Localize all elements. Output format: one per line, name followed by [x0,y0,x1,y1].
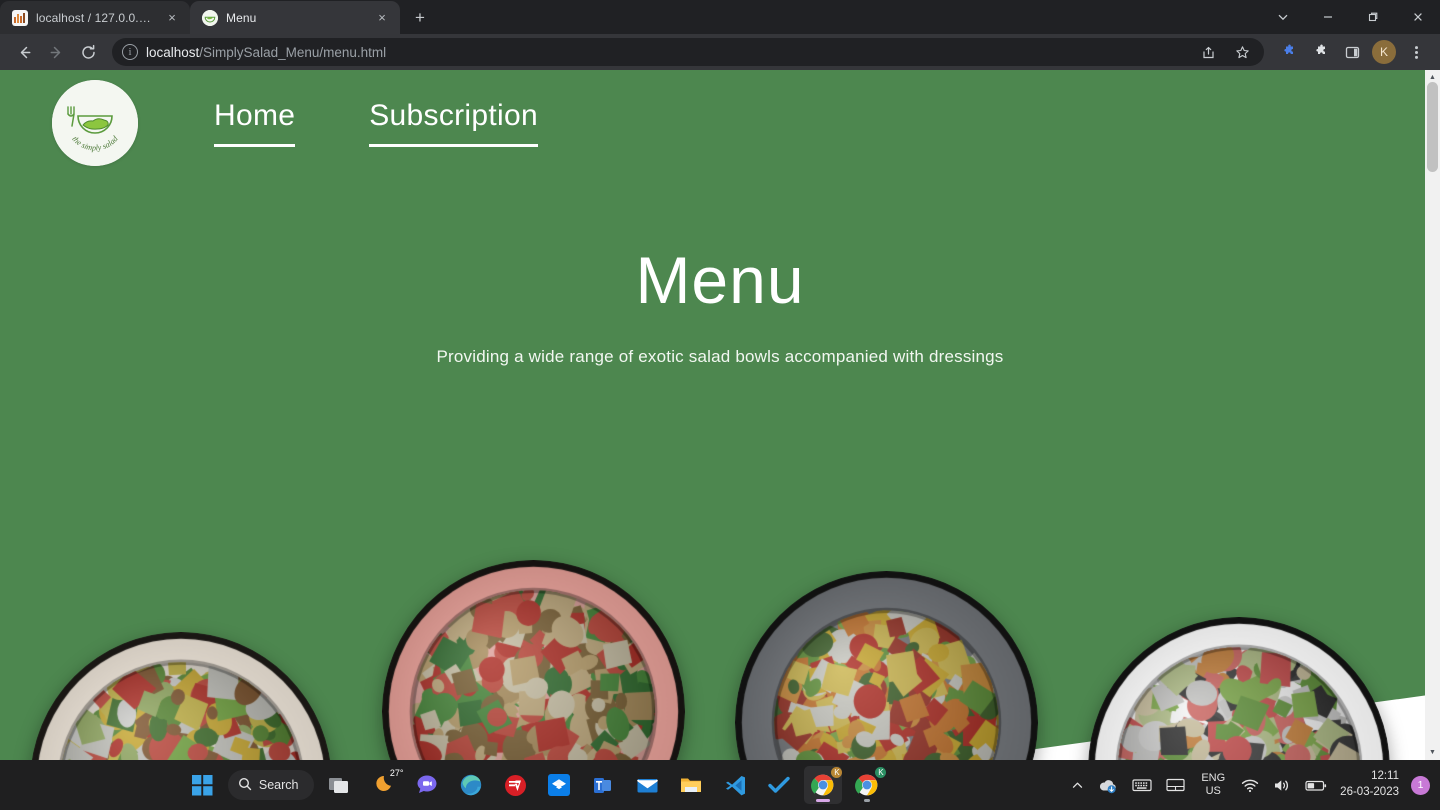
profile-avatar[interactable]: K [1372,40,1396,64]
phpmyadmin-favicon-icon [12,9,28,26]
new-tab-button[interactable]: + [406,3,434,31]
window-controls [1260,0,1440,34]
todoist-check-icon[interactable] [760,766,798,804]
wifi-icon[interactable] [1234,766,1266,804]
scroll-down-arrow[interactable]: ▼ [1425,745,1440,760]
microsoft-edge-icon[interactable] [452,766,490,804]
language-top: ENG [1201,772,1226,785]
page-viewport: the simply salad Home Subscription Menu … [0,70,1440,760]
google-chrome-icon-second[interactable]: K [848,766,887,804]
tab-strip: localhost / 127.0.0.1 / purchase / × Men… [0,0,1440,34]
microsoft-teams-icon[interactable] [584,766,622,804]
chrome-profile-badge-2: K [875,767,887,778]
show-hidden-icons-chevron[interactable] [1064,766,1091,804]
system-tray: ENG US 12:11 26-03-2023 1 [1064,766,1440,804]
dropbox-icon[interactable] [540,766,578,804]
weather-widget[interactable]: 27° [364,766,404,804]
minimize-icon[interactable] [1305,0,1350,34]
file-explorer-icon[interactable] [672,766,710,804]
tab-title: Menu [226,10,257,25]
nav-link-home[interactable]: Home [214,99,296,147]
browser-window: localhost / 127.0.0.1 / purchase / × Men… [0,0,1440,760]
taskbar-search-button[interactable]: Search [227,770,315,800]
clock-widget[interactable]: 12:11 26-03-2023 [1334,769,1407,800]
onedrive-sync-icon[interactable] [1091,766,1125,804]
mail-icon[interactable] [628,766,666,804]
url-path: /SimplySalad_Menu/menu.html [199,44,387,60]
windows-taskbar: Search 27° K K ENG US 12:11 26-03-2023 1 [0,760,1440,810]
clock-date: 26-03-2023 [1340,786,1399,798]
touchpad-icon[interactable] [1159,766,1192,804]
salad-favicon-icon [202,9,218,26]
notification-badge[interactable]: 1 [1411,775,1430,795]
language-indicator[interactable]: ENG US [1192,772,1234,797]
share-icon[interactable] [1194,38,1222,66]
salad-bowl-corn-carrot[interactable] [735,571,1038,760]
task-view-icon[interactable] [320,766,358,804]
bookmark-star-icon[interactable] [1228,38,1256,66]
taskbar-search-label: Search [258,778,299,792]
page-title: Menu [635,243,805,317]
hero-section: Menu Providing a wide range of exotic sa… [0,247,1440,760]
forward-arrow-icon[interactable] [42,38,70,66]
page-scrollbar[interactable]: ▲ ▼ [1425,70,1440,760]
salad-bowl-crouton-caesar[interactable] [382,560,685,760]
extension-blue-icon[interactable] [1274,38,1302,66]
side-panel-icon[interactable] [1338,38,1366,66]
vectorworks-icon[interactable] [496,766,534,804]
volume-icon[interactable] [1266,766,1298,804]
battery-icon[interactable] [1298,766,1334,804]
tab-close-icon[interactable]: × [374,10,390,26]
close-icon[interactable] [1395,0,1440,34]
site-navbar: the simply salad Home Subscription [0,70,1440,175]
address-bar[interactable]: i localhost/SimplySalad_Menu/menu.html [112,38,1264,66]
page-subtitle: Providing a wide range of exotic salad b… [436,347,1004,366]
tab-title: localhost / 127.0.0.1 / purchase / [36,10,156,25]
reload-icon[interactable] [74,38,102,66]
address-bar-url: localhost/SimplySalad_Menu/menu.html [146,45,1184,60]
chrome-profile-badge: K [831,767,843,778]
chat-video-icon[interactable] [408,766,446,804]
weather-temperature: 27° [389,768,404,778]
nav-link-subscription[interactable]: Subscription [369,99,538,147]
tab-close-icon[interactable]: × [164,10,180,26]
salad-bowl-garden-greens[interactable] [30,632,332,760]
language-bottom: US [1205,785,1221,797]
site-nav-links: Home Subscription [214,99,538,147]
browser-tab-menu[interactable]: Menu × [190,1,400,34]
url-host: localhost [146,44,200,60]
touch-keyboard-icon[interactable] [1125,766,1159,804]
taskbar-apps: Search 27° K K [0,766,1064,804]
google-chrome-icon-active[interactable]: K [804,766,843,804]
the-simply-salad-logo[interactable]: the simply salad [52,79,138,166]
site-info-icon[interactable]: i [122,44,138,60]
back-arrow-icon[interactable] [10,38,38,66]
browser-toolbar: i localhost/SimplySalad_Menu/menu.html K [0,34,1440,70]
clock-time: 12:11 [1371,770,1399,783]
menu-bowls-row [0,557,1440,760]
maximize-icon[interactable] [1350,0,1395,34]
three-dot-menu-icon[interactable] [1402,38,1430,66]
extensions-puzzle-icon[interactable] [1306,38,1334,66]
scrollbar-thumb[interactable] [1427,82,1438,172]
search-icon [238,777,252,794]
browser-tab-phpmyadmin[interactable]: localhost / 127.0.0.1 / purchase / × [0,1,190,34]
vs-code-icon[interactable] [716,766,754,804]
salad-bowl-exotic-fruit[interactable] [1088,617,1390,760]
tab-search-chevron-down-icon[interactable] [1260,0,1305,34]
windows-start-icon[interactable] [184,766,222,804]
